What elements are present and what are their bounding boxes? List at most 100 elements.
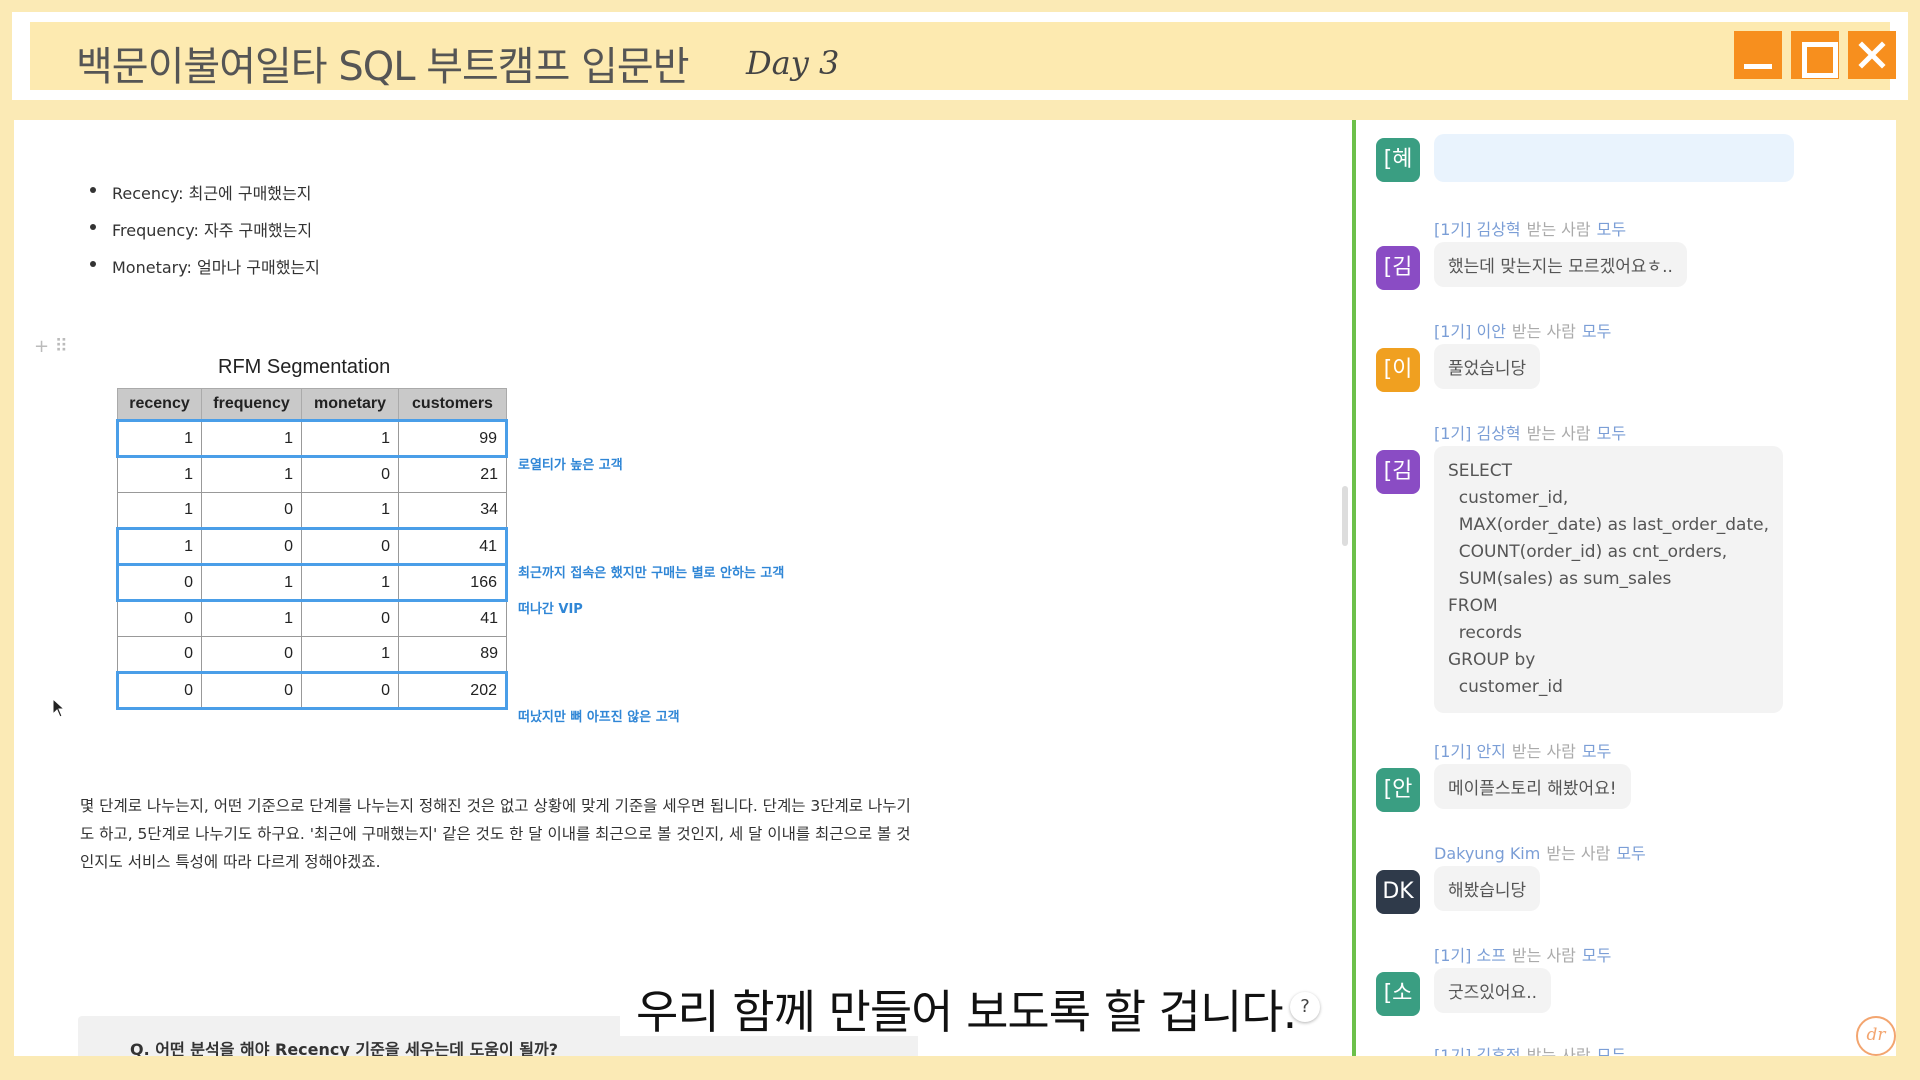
message-line: customer_id, (1448, 488, 1569, 508)
table-row: 1 1 0 21 (117, 456, 507, 493)
table-row: 1 0 0 41 (116, 527, 508, 566)
table-title: RFM Segmentation (218, 356, 391, 378)
table-cell: 41 (398, 527, 508, 566)
recipient-label: 받는 사람 (1526, 220, 1591, 239)
sender-name: Dakyung Kim (1434, 844, 1541, 863)
recipient-all: 모두 (1596, 220, 1627, 239)
recipient-all: 모두 (1581, 322, 1612, 341)
sender-name: [1기] 김후정 (1434, 1046, 1521, 1056)
table-cell: 0 (201, 636, 302, 673)
message-line: 굿즈있어요.. (1448, 983, 1538, 1003)
sender-name: [1기] 소프 (1434, 946, 1506, 965)
table-row: 0 0 0 202 (116, 671, 508, 710)
channel-logo: dr (1856, 1016, 1896, 1056)
chat-message-bubble: 풀었습니당 (1434, 344, 1541, 389)
table-cell: 0 (116, 563, 202, 602)
document-scrollbar[interactable] (1342, 486, 1348, 546)
sender-name: [1기] 이안 (1434, 322, 1506, 341)
table-cell: 1 (117, 492, 202, 529)
rfm-bullet-list: Recency: 최근에 구매했는지 Frequency: 자주 구매했는지 M… (90, 180, 320, 291)
recipient-all: 모두 (1616, 844, 1646, 863)
chat-sender: [1기] 이안 받는 사람 모두 (1434, 318, 1611, 342)
table-cell: 1 (116, 527, 202, 566)
close-icon (1858, 41, 1886, 69)
minimize-button[interactable] (1734, 31, 1782, 79)
table-cell: 1 (201, 419, 302, 458)
message-line: 풀었습니당 (1448, 359, 1527, 379)
table-cell: 34 (398, 492, 507, 529)
chat-panel: [혜 [1기] 김상혁 받는 사람 모두 [김 했는데 맞는지는 모르겠어요ㅎ.. [1기]… (1356, 120, 1896, 1056)
table-row: 1 0 1 34 (117, 492, 507, 529)
document-panel: Recency: 최근에 구매했는지 Frequency: 자주 구매했는지 M… (14, 120, 1352, 1056)
message-line: MAX(order_date) as last_order_date, (1448, 515, 1769, 535)
table-row: 1 1 1 99 (116, 419, 508, 458)
chat-sender: [1기] 안지 받는 사람 모두 (1434, 738, 1611, 762)
table-row: 0 1 0 41 (117, 600, 507, 637)
chat-message-bubble: 굿즈있어요.. (1434, 968, 1552, 1013)
table-cell: 0 (201, 527, 302, 566)
maximize-button[interactable] (1791, 31, 1839, 79)
explanation-paragraph: 몇 단계로 나누는지, 어떤 기준으로 단계를 나누는지 정해진 것은 없고 상… (80, 797, 911, 871)
chat-message-bubble: 메이플스토리 해봤어요! (1434, 764, 1631, 809)
close-button[interactable] (1848, 31, 1896, 79)
table-cell: 1 (116, 419, 202, 458)
chat-message-bubble: 해봤습니당 (1434, 866, 1541, 911)
chat-sender: [1기] 김상혁 받는 사람 모두 (1434, 216, 1626, 240)
table-cell: 41 (398, 600, 507, 637)
table-cell: 89 (398, 636, 507, 673)
message-line: 메이플스토리 해봤어요! (1448, 779, 1617, 799)
table-cell: 0 (301, 600, 399, 637)
chat-sender: [1기] 김후정 받는 사람 모두 (1434, 1042, 1626, 1056)
chat-sender: [1기] 김상혁 받는 사람 모두 (1434, 420, 1626, 444)
table-cell: 0 (117, 600, 202, 637)
rfm-table: recency frequency monetary customers 111… (116, 388, 508, 710)
message-line: COUNT(order_id) as cnt_orders, (1448, 542, 1728, 562)
table-cell: 1 (201, 563, 302, 602)
table-cell: 0 (117, 636, 202, 673)
chat-message-bubble (1434, 134, 1794, 182)
table-cell: 0 (301, 456, 399, 493)
table-cell: 1 (301, 419, 399, 458)
segment-note: 떠났지만 뼈 아프진 않은 고객 (518, 710, 680, 725)
sender-name: [1기] 김상혁 (1434, 424, 1521, 443)
table-header-row: recency frequency monetary customers (117, 388, 507, 421)
table-cell: 99 (398, 419, 508, 458)
table-cell: 1 (301, 492, 399, 529)
table-cell: 0 (116, 671, 202, 710)
chat-avatar: [안 (1376, 768, 1420, 812)
message-line: SUM(sales) as sum_sales (1448, 569, 1672, 589)
recipient-label: 받는 사람 (1511, 742, 1576, 761)
recipient-label: 받는 사람 (1526, 1046, 1591, 1056)
window-title-bar: 백문이불여일타 SQL 부트캠프 입문반 Day 3 (12, 12, 1908, 100)
column-header: frequency (201, 388, 302, 421)
recipient-label: 받는 사람 (1526, 424, 1591, 443)
table-cell: 1 (301, 636, 399, 673)
chat-avatar: [이 (1376, 348, 1420, 392)
recipient-all: 모두 (1581, 946, 1612, 965)
message-line: FROM (1448, 596, 1498, 616)
chat-sender: [1기] 소프 받는 사람 모두 (1434, 942, 1611, 966)
recipient-all: 모두 (1596, 424, 1627, 443)
column-header: monetary (301, 388, 399, 421)
table-row: 0 1 1 166 (116, 563, 508, 602)
bullet-recency: Recency: 최근에 구매했는지 (90, 180, 320, 217)
message-line: SELECT (1448, 461, 1512, 481)
chat-sender: Dakyung Kim 받는 사람 모두 (1434, 840, 1646, 864)
recipient-all: 모두 (1596, 1046, 1627, 1056)
block-drag-handle-icon[interactable]: + ⠿ (34, 336, 68, 357)
chat-avatar: DK (1376, 870, 1420, 914)
day-label: Day 3 (746, 44, 840, 82)
table-cell: 0 (201, 671, 302, 710)
table-cell: 0 (301, 671, 399, 710)
chat-message-bubble: 했는데 맞는지는 모르겠어요ㅎ.. (1434, 242, 1687, 287)
message-line: 해봤습니당 (1448, 881, 1527, 901)
question-text: Q. 어떤 분석을 해야 Recency 기준을 세우는데 도움이 될까? (130, 1040, 559, 1056)
help-button[interactable]: ? (1290, 992, 1320, 1022)
video-subtitle: 우리 함께 만들어 보도록 할 겁니다. (620, 968, 1313, 1039)
segment-note: 떠나간 VIP (518, 602, 583, 617)
recipient-label: 받는 사람 (1546, 844, 1611, 863)
title-bar-inner: 백문이불여일타 SQL 부트캠프 입문반 Day 3 (30, 22, 1896, 90)
message-line: 했는데 맞는지는 모르겠어요ㅎ.. (1448, 257, 1673, 277)
table-row: 0 0 1 89 (117, 636, 507, 673)
table-cell: 0 (201, 492, 302, 529)
